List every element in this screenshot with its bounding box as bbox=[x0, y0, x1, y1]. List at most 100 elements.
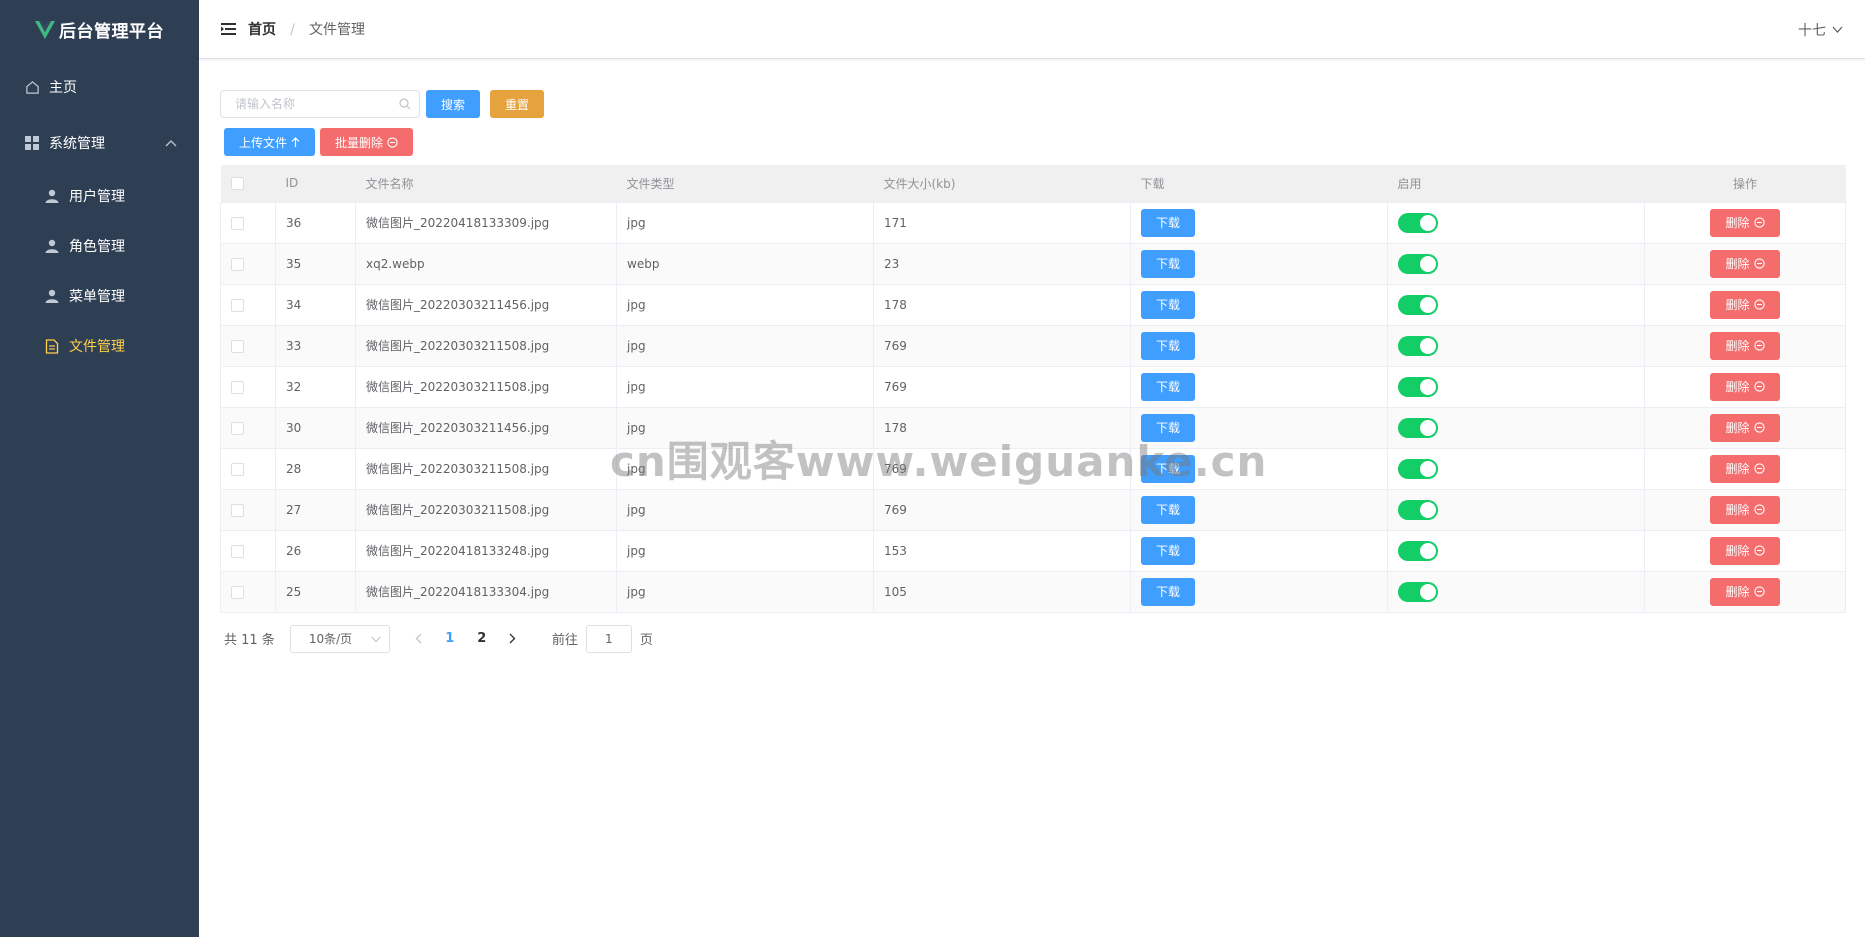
cell-download: 下载 bbox=[1130, 407, 1388, 449]
enable-switch[interactable] bbox=[1398, 294, 1438, 315]
cell-type: jpg bbox=[616, 571, 874, 613]
cell-size: 769 bbox=[873, 489, 1131, 531]
user-name: 十七 bbox=[1798, 22, 1826, 39]
row-checkbox[interactable] bbox=[231, 462, 244, 476]
row-checkbox[interactable] bbox=[231, 257, 244, 271]
row-checkbox[interactable] bbox=[231, 585, 244, 599]
cell-name: 微信图片_20220303211508.jpg bbox=[355, 366, 617, 408]
reset-button[interactable]: 重置 bbox=[490, 90, 545, 118]
delete-button-label: 删除 bbox=[1725, 298, 1750, 312]
row-checkbox[interactable] bbox=[231, 503, 244, 517]
user-dropdown[interactable]: 十七 bbox=[1798, 0, 1843, 59]
enable-switch[interactable] bbox=[1398, 417, 1438, 438]
reset-button-label: 重置 bbox=[505, 97, 530, 112]
page-button-1[interactable]: 1 bbox=[434, 625, 466, 653]
download-button[interactable]: 下载 bbox=[1141, 536, 1196, 565]
page-button-2[interactable]: 2 bbox=[466, 625, 498, 653]
enable-switch[interactable] bbox=[1398, 458, 1438, 479]
cell-enabled bbox=[1387, 407, 1645, 449]
cell-type: jpg bbox=[616, 407, 874, 449]
row-checkbox[interactable] bbox=[231, 544, 244, 558]
row-checkbox[interactable] bbox=[231, 339, 244, 353]
cell-name: 微信图片_20220303211508.jpg bbox=[355, 448, 617, 490]
download-button[interactable]: 下载 bbox=[1141, 413, 1196, 442]
delete-button-label: 删除 bbox=[1725, 462, 1750, 476]
download-button[interactable]: 下载 bbox=[1141, 290, 1196, 319]
search-box bbox=[220, 90, 420, 118]
sidebar-item-home[interactable]: 主页 bbox=[0, 59, 199, 115]
cell-size: 178 bbox=[873, 407, 1131, 449]
delete-button[interactable]: 删除 bbox=[1710, 290, 1780, 319]
user-icon bbox=[44, 288, 60, 304]
download-button[interactable]: 下载 bbox=[1141, 331, 1196, 360]
enable-switch[interactable] bbox=[1398, 581, 1438, 602]
delete-button-label: 删除 bbox=[1725, 544, 1750, 558]
row-select-cell bbox=[220, 243, 276, 285]
upload-button[interactable]: 上传文件 bbox=[224, 128, 316, 156]
row-checkbox[interactable] bbox=[231, 298, 244, 312]
sidebar-item-roles[interactable]: 角色管理 bbox=[0, 221, 199, 271]
enable-switch[interactable] bbox=[1398, 212, 1438, 233]
delete-button[interactable]: 删除 bbox=[1710, 495, 1780, 524]
delete-button-label: 删除 bbox=[1725, 257, 1750, 271]
sidebar-item-files[interactable]: 文件管理 bbox=[0, 321, 199, 371]
select-all-checkbox[interactable] bbox=[230, 177, 244, 191]
cell-enabled bbox=[1387, 202, 1645, 244]
enable-switch[interactable] bbox=[1398, 499, 1438, 520]
sidebar-item-system[interactable]: 系统管理 bbox=[0, 115, 199, 171]
chevron-left-icon bbox=[415, 633, 422, 644]
column-header: 文件大小(kb) bbox=[873, 165, 1131, 203]
cell-size: 171 bbox=[873, 202, 1131, 244]
delete-button[interactable]: 删除 bbox=[1710, 249, 1780, 278]
arrow-up-icon bbox=[291, 137, 300, 147]
goto-page-input[interactable] bbox=[585, 624, 632, 653]
system-submenu: 用户管理 角色管理 菜单管理 文件管理 bbox=[0, 171, 199, 371]
delete-button-label: 删除 bbox=[1725, 421, 1750, 435]
enable-switch[interactable] bbox=[1398, 253, 1438, 274]
search-button[interactable]: 搜索 bbox=[426, 90, 481, 118]
breadcrumb-home[interactable]: 首页 bbox=[248, 22, 276, 38]
cell-name: 微信图片_20220303211508.jpg bbox=[355, 325, 617, 367]
delete-button[interactable]: 删除 bbox=[1710, 454, 1780, 483]
file-table: ID 文件名称 文件类型 文件大小(kb) 下载 启用 操作 36 微信图片_20… bbox=[220, 165, 1846, 613]
sidebar-item-menus[interactable]: 菜单管理 bbox=[0, 271, 199, 321]
delete-button[interactable]: 删除 bbox=[1710, 331, 1780, 360]
cell-id: 36 bbox=[275, 202, 356, 244]
download-button[interactable]: 下载 bbox=[1141, 249, 1196, 278]
row-checkbox[interactable] bbox=[231, 421, 244, 435]
row-select-cell bbox=[220, 325, 276, 367]
search-input[interactable] bbox=[220, 90, 420, 118]
download-button[interactable]: 下载 bbox=[1141, 577, 1196, 606]
remove-circle-icon bbox=[1753, 504, 1765, 515]
delete-button[interactable]: 删除 bbox=[1710, 577, 1780, 606]
page-size-select[interactable]: 10条/页 bbox=[289, 624, 390, 653]
cell-download: 下载 bbox=[1130, 243, 1388, 285]
page-size-value: 10条/页 bbox=[308, 632, 353, 646]
enable-switch[interactable] bbox=[1398, 335, 1438, 356]
upload-button-label: 上传文件 bbox=[239, 135, 288, 150]
delete-button-label: 删除 bbox=[1725, 216, 1750, 230]
delete-button[interactable]: 删除 bbox=[1710, 536, 1780, 565]
table-header-row: ID 文件名称 文件类型 文件大小(kb) 下载 启用 操作 bbox=[220, 165, 1846, 203]
delete-button[interactable]: 删除 bbox=[1710, 413, 1780, 442]
cell-enabled bbox=[1387, 366, 1645, 408]
delete-button[interactable]: 删除 bbox=[1710, 208, 1780, 237]
download-button[interactable]: 下载 bbox=[1141, 208, 1196, 237]
sidebar-item-users[interactable]: 用户管理 bbox=[0, 171, 199, 221]
download-button[interactable]: 下载 bbox=[1141, 495, 1196, 524]
menu-fold-icon[interactable] bbox=[221, 22, 236, 36]
download-button[interactable]: 下载 bbox=[1141, 372, 1196, 401]
enable-switch[interactable] bbox=[1398, 540, 1438, 561]
batch-delete-button[interactable]: 批量删除 bbox=[320, 128, 414, 156]
next-page-button[interactable] bbox=[498, 625, 528, 653]
enable-switch[interactable] bbox=[1398, 376, 1438, 397]
cell-size: 178 bbox=[873, 284, 1131, 326]
prev-page-button[interactable] bbox=[404, 625, 434, 653]
cell-download: 下载 bbox=[1130, 325, 1388, 367]
remove-circle-icon bbox=[1753, 545, 1765, 556]
delete-button[interactable]: 删除 bbox=[1710, 372, 1780, 401]
grid-icon bbox=[24, 135, 40, 151]
row-checkbox[interactable] bbox=[231, 216, 244, 230]
row-checkbox[interactable] bbox=[231, 380, 244, 394]
download-button[interactable]: 下载 bbox=[1141, 454, 1196, 483]
